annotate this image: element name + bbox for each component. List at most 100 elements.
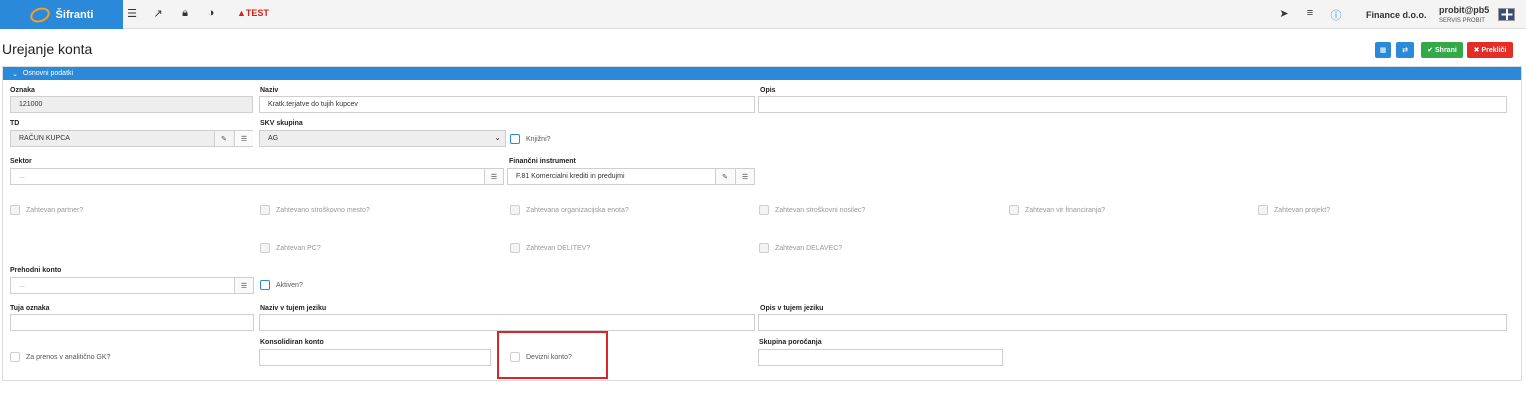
aktiven-checkbox[interactable]: ✓ Aktiven? — [260, 280, 303, 290]
naziv-label: Naziv — [260, 87, 279, 94]
skv-select[interactable]: AG ⌄ — [259, 130, 506, 147]
checkbox-label: Zahtevana organizacijska enota? — [526, 206, 629, 214]
skupina-por-field[interactable] — [758, 349, 1003, 366]
zahtevan-pc-checkbox[interactable]: Zahtevan PC? — [260, 243, 321, 253]
fin-instr-label: Finančni instrument — [509, 158, 576, 165]
zahtevano-strm-checkbox[interactable]: Zahtevano stroškovno mesto? — [260, 205, 370, 215]
naziv-tuj-field[interactable] — [259, 314, 755, 331]
td-label: TD — [10, 120, 20, 127]
checkbox-label: Zahtevan vir financiranja? — [1025, 206, 1106, 214]
opis-field[interactable] — [758, 96, 1507, 113]
check-icon: ✓ — [510, 134, 520, 144]
opis-tuj-field[interactable] — [758, 314, 1507, 331]
brand-label: Šifranti — [55, 8, 94, 21]
checkbox-label: Zahtevan DELITEV? — [526, 244, 591, 252]
lock-icon[interactable]: 🔒︎ — [177, 7, 193, 20]
checkbox-box — [510, 243, 520, 253]
logo-icon — [27, 4, 52, 25]
user-menu[interactable]: probit@pb5 SERVIS PROBIT — [1439, 5, 1489, 27]
check-icon: ✓ — [260, 280, 270, 290]
checkbox-label: Zahtevan partner? — [26, 206, 84, 214]
sektor-field[interactable]: ... ☰ — [10, 168, 504, 185]
fin-instr-field[interactable]: F.81 Komercialni krediti in predujmi ✎ ☰ — [507, 168, 755, 185]
zahtevan-vir-checkbox[interactable]: Zahtevan vir financiranja? — [1009, 205, 1105, 215]
zahtevan-delavec-checkbox[interactable]: Zahtevan DELAVEC? — [759, 243, 842, 253]
page-title: Urejanje konta — [2, 41, 93, 57]
list-icon[interactable]: ☰ — [124, 7, 140, 20]
zahtevan-delitev-checkbox[interactable]: Zahtevan DELITEV? — [510, 243, 590, 253]
test-environment-badge[interactable]: ▲TEST — [237, 8, 269, 18]
pencil-icon[interactable]: ✎ — [715, 169, 734, 184]
sektor-label: Sektor — [10, 158, 32, 165]
prehodni-placeholder: ... — [19, 282, 25, 289]
naziv-tuj-label: Naziv v tujem jeziku — [260, 305, 327, 312]
save-button[interactable]: ✔ Shrani — [1421, 42, 1463, 58]
checkbox-box — [510, 205, 520, 215]
info-icon[interactable]: ⓘ — [1328, 7, 1344, 23]
oznaka-label: Oznaka — [10, 87, 35, 94]
checkbox-label: Zahtevan stroškovni nosilec? — [775, 206, 866, 214]
paper-plane-icon[interactable]: ➤ — [1276, 7, 1292, 20]
naziv-value: Kratk.terjatve do tujih kupcev — [268, 101, 358, 108]
tuja-oznaka-field[interactable] — [10, 314, 254, 331]
external-link-icon[interactable]: ↗ — [150, 7, 166, 20]
checkbox-box — [759, 205, 769, 215]
za-prenos-checkbox[interactable]: Za prenos v analitično GK? — [10, 352, 110, 362]
pencil-icon[interactable]: ✎ — [214, 131, 233, 146]
td-value: RAČUN KUPCA — [19, 135, 70, 142]
highlight-box — [497, 331, 608, 379]
prehodni-field[interactable]: ... ☰ — [10, 277, 254, 294]
oznaka-value: 121000 — [19, 101, 43, 108]
menu-icon[interactable]: ≡ — [1302, 7, 1318, 19]
link-icon: ⇄ — [1402, 47, 1408, 54]
user-role: SERVIS PROBIT — [1439, 18, 1485, 24]
chevron-down-icon: ⌄ — [12, 70, 18, 78]
knjizni-checkbox[interactable]: ✓ Knjižni? — [510, 134, 551, 144]
company-name[interactable]: Finance d.o.o. — [1366, 10, 1427, 20]
opis-tuj-label: Opis v tujem jeziku — [760, 305, 824, 312]
oznaka-field: 121000 — [10, 96, 253, 113]
user-name: probit@pb5 — [1439, 5, 1490, 15]
cancel-button[interactable]: ✖ Prekliči — [1467, 42, 1513, 58]
fin-instr-value: F.81 Komercialni krediti in predujmi — [516, 173, 625, 180]
zahtevan-projekt-checkbox[interactable]: Zahtevan projekt? — [1258, 205, 1330, 215]
basic-data-panel: ⌄ Osnovni podatki — [2, 66, 1522, 381]
list-picker-icon[interactable]: ☰ — [735, 169, 754, 184]
sektor-placeholder: ... — [19, 173, 25, 180]
top-bar: Šifranti ☰ ↗ 🔒︎ ◑ ▲TEST ➤ ≡ ⓘ Finance d.… — [0, 0, 1526, 29]
checkbox-box — [10, 352, 20, 362]
list-picker-icon[interactable]: ☰ — [234, 131, 253, 146]
zahtevan-sn-checkbox[interactable]: Zahtevan stroškovni nosilec? — [759, 205, 865, 215]
calendar-icon: ▦ — [1379, 47, 1387, 54]
td-field[interactable]: RAČUN KUPCA ✎ ☰ — [10, 130, 253, 147]
contrast-icon[interactable]: ◑ — [203, 7, 219, 19]
checkbox-label: Zahtevan DELAVEC? — [775, 244, 843, 252]
konsolidiran-field[interactable] — [259, 349, 491, 366]
warning-icon: ▲ — [237, 8, 246, 18]
checkbox-box — [10, 205, 20, 215]
checkbox-box — [1009, 205, 1019, 215]
list-picker-icon[interactable]: ☰ — [234, 278, 253, 293]
zahtevan-partner-checkbox[interactable]: Zahtevan partner? — [10, 205, 83, 215]
opis-label: Opis — [760, 87, 776, 94]
za-prenos-label: Za prenos v analitično GK? — [26, 353, 111, 361]
calendar-button[interactable]: ▦ — [1375, 42, 1391, 58]
skv-label: SKV skupina — [260, 120, 303, 127]
checkbox-box — [260, 205, 270, 215]
link-button[interactable]: ⇄ — [1396, 42, 1414, 58]
chevron-down-icon: ⌄ — [494, 133, 501, 142]
section-title: Osnovni podatki — [22, 70, 74, 77]
checkbox-box — [1258, 205, 1268, 215]
checkbox-label: Zahtevan PC? — [276, 244, 321, 252]
skupina-por-label: Skupina poročanja — [759, 339, 822, 346]
section-header[interactable]: ⌄ Osnovni podatki — [3, 67, 1521, 80]
brand-button[interactable]: Šifranti — [0, 0, 123, 29]
checkbox-box — [260, 243, 270, 253]
zahtevana-oe-checkbox[interactable]: Zahtevana organizacijska enota? — [510, 205, 629, 215]
flag-icon[interactable] — [1498, 8, 1515, 21]
checkbox-label: Zahtevano stroškovno mesto? — [276, 206, 370, 214]
naziv-field[interactable]: Kratk.terjatve do tujih kupcev — [259, 96, 755, 113]
list-picker-icon[interactable]: ☰ — [484, 169, 503, 184]
prehodni-label: Prehodni konto — [10, 267, 62, 274]
konsolidiran-label: Konsolidiran konto — [260, 339, 324, 346]
